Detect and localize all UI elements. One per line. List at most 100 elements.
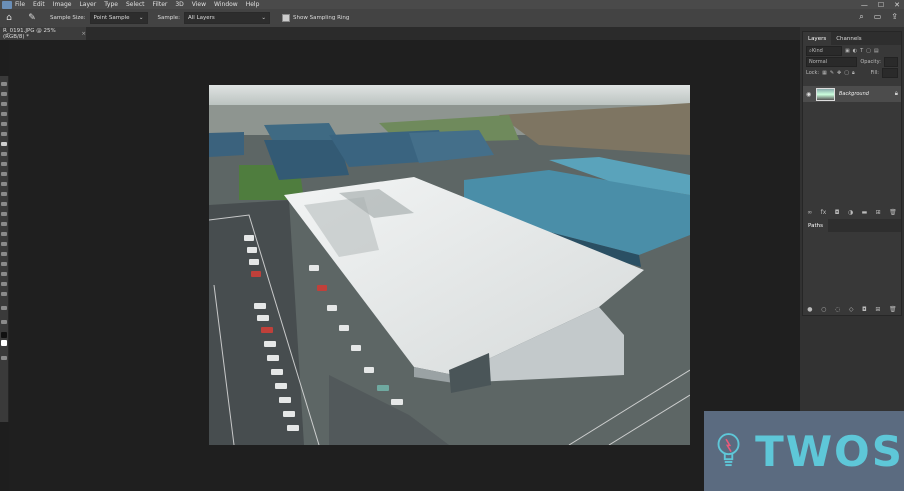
type-tool-icon[interactable]: [1, 242, 7, 246]
delete-layer-icon[interactable]: 🗑︎: [889, 209, 897, 216]
fx-icon[interactable]: fx: [821, 209, 827, 216]
blur-tool-icon[interactable]: [1, 212, 7, 216]
menu-select[interactable]: Select: [126, 1, 145, 8]
sample-size-select[interactable]: Point Sample ⌄: [89, 12, 148, 24]
tab-channels[interactable]: Channels: [831, 32, 866, 45]
menu-help[interactable]: Help: [246, 1, 260, 8]
eraser-tool-icon[interactable]: [1, 192, 7, 196]
crop-tool-icon[interactable]: [1, 122, 7, 126]
show-sampling-ring-label: Show Sampling Ring: [293, 15, 350, 21]
menu-filter[interactable]: Filter: [153, 1, 168, 8]
blend-mode-select[interactable]: Normal: [806, 56, 858, 67]
filter-shape-icon[interactable]: ▢: [866, 48, 871, 54]
frame-tool-icon[interactable]: [1, 132, 7, 136]
document-image[interactable]: [209, 85, 690, 445]
paths-footer: ● ○ ◌ ◇ ◘ ⊞ 🗑︎: [803, 304, 901, 314]
layers-panel-tabs: Layers Channels: [803, 32, 901, 45]
fill-field[interactable]: [882, 67, 898, 78]
home-icon[interactable]: ⌂: [2, 11, 16, 25]
screen-mode-icon[interactable]: [1, 356, 7, 360]
marquee-tool-icon[interactable]: [1, 92, 7, 96]
more-tools-icon[interactable]: [1, 292, 7, 296]
lock-icon[interactable]: 🔒︎: [895, 90, 898, 98]
tab-layers[interactable]: Layers: [803, 32, 832, 45]
pen-tool-icon[interactable]: [1, 232, 7, 236]
work-path-icon[interactable]: ◇: [849, 306, 854, 313]
background-color-swatch[interactable]: [1, 340, 7, 346]
healing-brush-icon[interactable]: [1, 152, 7, 156]
document-tab[interactable]: R_0191.JPG @ 25% (RGB/8) * ×: [0, 27, 86, 40]
lock-paint-icon[interactable]: ✎: [830, 70, 834, 76]
history-brush-icon[interactable]: [1, 182, 7, 186]
menu-image[interactable]: Image: [53, 1, 72, 8]
blend-opacity-row: Normal Opacity:: [803, 56, 901, 67]
menu-file[interactable]: File: [15, 1, 25, 8]
lock-position-icon[interactable]: ✥: [837, 70, 841, 76]
layer-row-background[interactable]: ◉ Background 🔒︎: [803, 86, 901, 102]
filter-adjustment-icon[interactable]: ◐: [853, 48, 857, 54]
blend-mode-value: Normal: [809, 58, 828, 65]
quick-select-tool-icon[interactable]: [1, 112, 7, 116]
close-icon[interactable]: ×: [81, 31, 86, 37]
zoom-tool-icon[interactable]: [1, 282, 7, 286]
quick-mask-icon[interactable]: [1, 320, 7, 324]
fill-path-icon[interactable]: ●: [807, 306, 812, 313]
eyedropper-tool-icon[interactable]: ✎: [24, 11, 40, 25]
menu-3d[interactable]: 3D: [175, 1, 183, 8]
menu-window[interactable]: Window: [214, 1, 238, 8]
sample-size-label: Sample Size:: [50, 15, 86, 21]
new-layer-icon[interactable]: ⊞: [876, 209, 881, 216]
lock-pixels-icon[interactable]: ▦: [822, 70, 827, 76]
group-folder-icon[interactable]: ▬: [862, 209, 868, 216]
tab-paths[interactable]: Paths: [803, 219, 828, 232]
filter-type-icon[interactable]: T: [860, 48, 863, 54]
workspace-icon[interactable]: ▭: [874, 12, 882, 22]
eye-icon[interactable]: ◉: [806, 91, 812, 98]
menu-edit[interactable]: Edit: [33, 1, 45, 8]
window-controls: — ☐ ✕: [861, 0, 900, 9]
sample-select[interactable]: All Layers ⌄: [184, 12, 270, 24]
hand-tool-icon[interactable]: [1, 272, 7, 276]
fill-label: Fill:: [870, 69, 879, 76]
lock-artboard-icon[interactable]: ▢: [844, 70, 849, 76]
filter-smart-icon[interactable]: ▤: [874, 48, 879, 54]
aerial-warehouse-photo: [209, 85, 690, 445]
brush-tool-icon[interactable]: [1, 162, 7, 166]
layer-kind-filter[interactable]: ⌕ Kind: [806, 45, 842, 56]
show-sampling-ring-checkbox[interactable]: Show Sampling Ring: [282, 14, 349, 22]
move-tool-icon[interactable]: [1, 82, 7, 86]
document-tab-bar: R_0191.JPG @ 25% (RGB/8) * ×: [0, 27, 800, 40]
delete-path-icon[interactable]: 🗑︎: [889, 306, 897, 313]
options-bar: ⌂ ✎ Sample Size: Point Sample ⌄ Sample: …: [0, 9, 904, 27]
load-selection-icon[interactable]: ◌: [835, 306, 840, 313]
search-icon[interactable]: ⌕: [859, 12, 863, 22]
stroke-path-icon[interactable]: ○: [821, 306, 826, 313]
layer-thumbnail: [816, 87, 835, 101]
new-path-icon[interactable]: ⊞: [875, 306, 880, 313]
shape-tool-icon[interactable]: [1, 262, 7, 266]
chevron-down-icon: ⌄: [261, 15, 266, 21]
opacity-field[interactable]: [883, 56, 898, 67]
clone-stamp-icon[interactable]: [1, 172, 7, 176]
gradient-tool-icon[interactable]: [1, 202, 7, 206]
foreground-color-swatch[interactable]: [1, 332, 7, 338]
link-layers-icon[interactable]: ∞: [807, 209, 812, 216]
dodge-tool-icon[interactable]: [1, 222, 7, 226]
menu-layer[interactable]: Layer: [79, 1, 96, 8]
maximize-icon[interactable]: ☐: [878, 1, 884, 9]
lasso-tool-icon[interactable]: [1, 102, 7, 106]
share-icon[interactable]: ⇪: [891, 12, 898, 22]
edit-toolbar-icon[interactable]: [1, 306, 7, 310]
add-mask-icon[interactable]: ◘: [862, 306, 867, 313]
minimize-icon[interactable]: —: [861, 1, 868, 9]
menu-type[interactable]: Type: [104, 1, 118, 8]
menu-view[interactable]: View: [192, 1, 206, 8]
filter-pixel-icon[interactable]: ▣: [845, 48, 850, 54]
close-window-icon[interactable]: ✕: [894, 1, 900, 9]
eyedropper-icon[interactable]: [1, 142, 7, 146]
lock-all-icon[interactable]: 🔒︎: [852, 70, 855, 76]
add-mask-icon[interactable]: ◘: [835, 209, 840, 216]
path-selection-icon[interactable]: [1, 252, 7, 256]
paths-panel-tabs: Paths: [803, 219, 901, 232]
adjustment-layer-icon[interactable]: ◑: [848, 209, 853, 216]
